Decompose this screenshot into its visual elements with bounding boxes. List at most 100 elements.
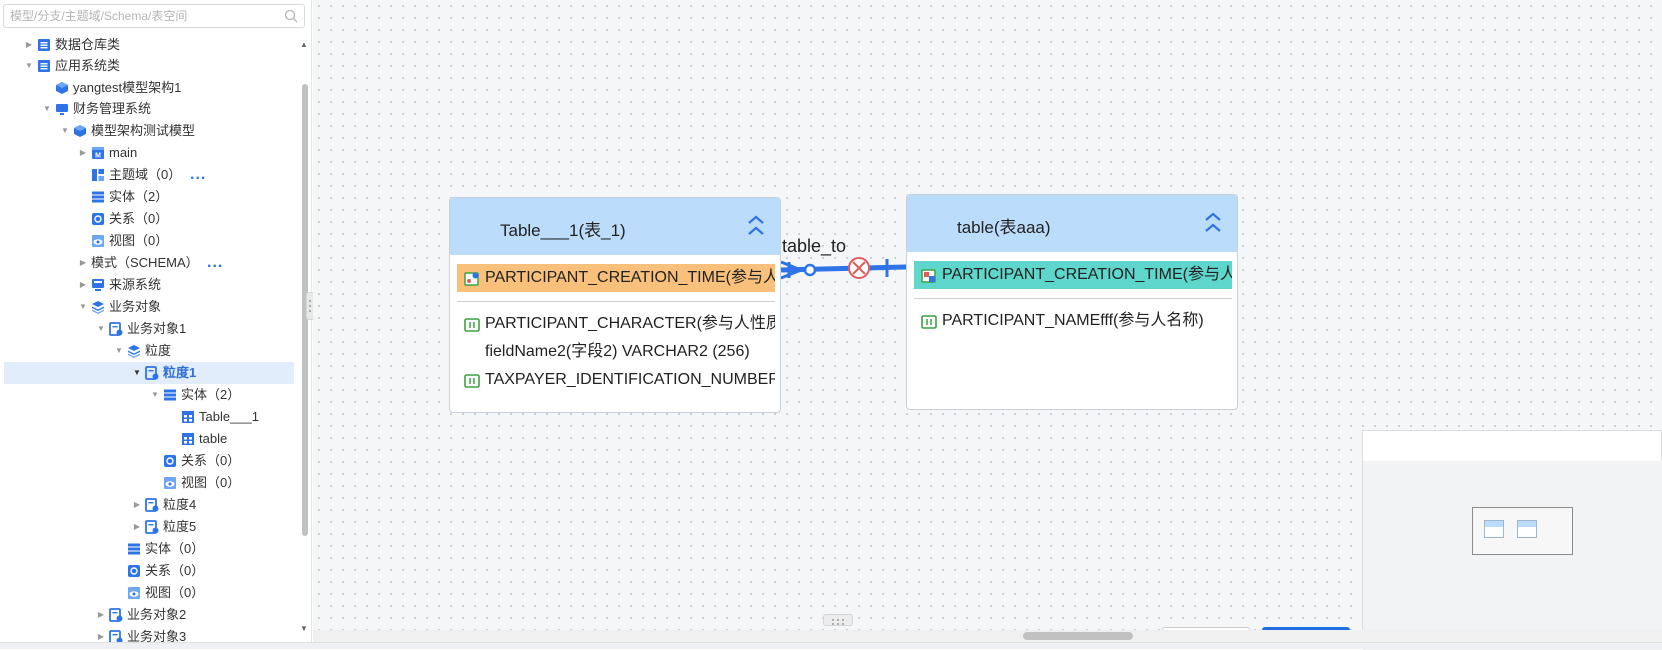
scroll-down-icon[interactable]: ▼ [300,624,308,633]
collapse-arrow-icon[interactable]: ▼ [150,384,160,406]
monitor-icon [56,104,68,115]
primary-key-field[interactable]: PARTICIPANT_CREATION_TIME(参与人创建时间) [457,264,775,292]
field-separator [914,298,1232,299]
tree-node-label: 数据仓库类 [55,37,121,52]
scroll-up-icon[interactable]: ▲ [300,40,308,49]
tree-node-views-3[interactable]: 视图（0） [0,582,296,604]
tree-node-schema[interactable]: ▶ 模式（SCHEMA） ... [0,252,296,274]
scrollbar-thumb[interactable] [1023,632,1133,640]
tree-node-entities-2[interactable]: ▼ 实体（2） [0,384,296,406]
minimap[interactable] [1362,430,1662,650]
tree-node-label: 粒度1 [163,365,197,380]
delete-relationship-icon[interactable] [848,257,870,279]
expand-arrow-icon[interactable]: ▶ [96,604,106,626]
expand-arrow-icon[interactable]: ▶ [24,34,34,56]
relationship-label[interactable]: table_to [782,236,846,257]
minimap-viewport[interactable] [1472,507,1573,555]
expand-arrow-icon[interactable]: ▶ [132,494,142,516]
entity-list-icon [92,191,104,203]
view-icon [128,587,140,599]
tree-node-table1[interactable]: Table___1 [0,406,296,428]
search-icon[interactable] [284,9,298,23]
relation-icon [128,565,140,577]
layers-icon [92,301,104,314]
tree-node-label: 应用系统类 [55,58,121,73]
tree-node-arch-model[interactable]: ▼ 模型架构测试模型 [0,120,296,142]
tree-node-label: 关系（0） [145,563,205,578]
tree-node-label: 实体（2） [109,189,169,204]
expand-arrow-icon[interactable]: ▶ [78,142,88,164]
field-name: PARTICIPANT_NAMEfff(参与人名称) [942,312,1204,329]
tree-node-yangtest[interactable]: yangtest模型架构1 [0,77,296,99]
tree-node-entities-3[interactable]: 实体（0） [0,538,296,560]
expand-arrow-icon[interactable]: ▶ [132,516,142,538]
tree-node-app-systems[interactable]: ▼ 应用系统类 [0,55,296,77]
tree-node-granularity-5[interactable]: ▶ 粒度5 [0,516,296,538]
cube-icon [74,125,86,137]
table-title: table(表aaa) [957,218,1051,237]
field-name: PARTICIPANT_CHARACTER(参与人性质) [485,315,775,332]
table-field[interactable]: PARTICIPANT_CHARACTER(参与人性质) [457,310,775,338]
tree-node-granularity-1[interactable]: ▼ 粒度1 [4,362,294,384]
bottom-resize-handle[interactable] [823,614,853,626]
tree-node-label: 实体（0） [145,541,205,556]
canvas-horizontal-scrollbar[interactable] [313,630,1662,642]
tree-node-source-system[interactable]: ▶ 来源系统 [0,274,296,296]
view-icon [92,235,104,247]
tree-node-table[interactable]: table [0,428,296,450]
tree-node-data-warehouse[interactable]: ▶ 数据仓库类 [0,34,296,56]
grip-icon [832,619,844,625]
table-field[interactable]: TAXPAYER_IDENTIFICATION_NUMBER [457,366,775,394]
tree-node-label: 业务对象2 [127,607,187,622]
collapse-arrow-icon[interactable]: ▼ [60,120,70,142]
collapse-arrow-icon[interactable]: ▼ [96,318,106,340]
tree-node-subject-area[interactable]: 主题域（0） ... [0,164,296,186]
tree-search-box[interactable] [3,4,305,28]
table-field[interactable]: PARTICIPANT_NAMEfff(参与人名称) [914,307,1232,335]
collapse-icon[interactable] [746,214,766,238]
tree-node-granularity-4[interactable]: ▶ 粒度4 [0,494,296,516]
tree-node-views[interactable]: 视图（0） [0,230,296,252]
tree-node-label: 实体（2） [181,387,241,402]
entity-table-2[interactable]: table(表aaa) PARTICIPANT_CREATION_TIME(参与… [906,194,1238,410]
table-field[interactable]: fieldName2(字段2) VARCHAR2 (256) [457,338,775,366]
expand-arrow-icon[interactable]: ▶ [78,252,88,274]
collapse-icon[interactable] [1203,211,1223,235]
collapse-arrow-icon[interactable]: ▼ [24,55,34,77]
key-field-icon [464,272,479,286]
primary-key-field[interactable]: PARTICIPANT_CREATION_TIME(参与人创建时间) [914,261,1232,289]
tree-node-business-object-1[interactable]: ▼ 业务对象1 [0,318,296,340]
catalog-icon [38,39,50,51]
tree-node-main[interactable]: ▶ M main [0,142,296,164]
entity-table-1[interactable]: Table___1(表_1) PARTICIPANT_CREATION_TIME… [449,197,781,413]
status-bar [0,642,1662,649]
tree-node-finance-system[interactable]: ▼ 财务管理系统 [0,98,296,120]
collapse-arrow-icon[interactable]: ▼ [42,98,52,120]
tree-node-business-objects[interactable]: ▼ 业务对象 [0,296,296,318]
collapse-arrow-icon[interactable]: ▼ [132,362,142,384]
tree-node-relations[interactable]: 关系（0） [0,208,296,230]
more-options-button[interactable]: ... [190,164,206,186]
tree-node-label: table [199,431,228,446]
field-name: PARTICIPANT_CREATION_TIME(参与人创建时间) [942,266,1232,283]
tree-scrollbar[interactable]: ▲ ▼ [299,40,311,640]
source-system-icon [92,279,104,291]
tree-node-relations-3[interactable]: 关系（0） [0,560,296,582]
model-tree: ▶ 数据仓库类 ▼ 应用系统类 yangtest模型架构1 ▼ 财务管理系统 ▼… [0,34,300,644]
tree-node-granularity[interactable]: ▼ 粒度 [0,340,296,362]
field-icon [464,318,480,332]
table-header[interactable]: table(表aaa) [907,195,1237,252]
table-header[interactable]: Table___1(表_1) [450,198,780,255]
more-options-button[interactable]: ... [207,252,223,274]
tree-node-views-2[interactable]: 视图（0） [0,472,296,494]
tree-node-label: 关系（0） [181,453,241,468]
tree-node-relations-2[interactable]: 关系（0） [0,450,296,472]
collapse-arrow-icon[interactable]: ▼ [114,340,124,362]
business-object-icon [109,608,123,622]
expand-arrow-icon[interactable]: ▶ [78,274,88,296]
tree-node-label: 来源系统 [109,277,162,292]
collapse-arrow-icon[interactable]: ▼ [78,296,88,318]
tree-search-input[interactable] [4,5,274,27]
tree-node-business-object-2[interactable]: ▶ 业务对象2 [0,604,296,626]
tree-node-entities[interactable]: 实体（2） [0,186,296,208]
